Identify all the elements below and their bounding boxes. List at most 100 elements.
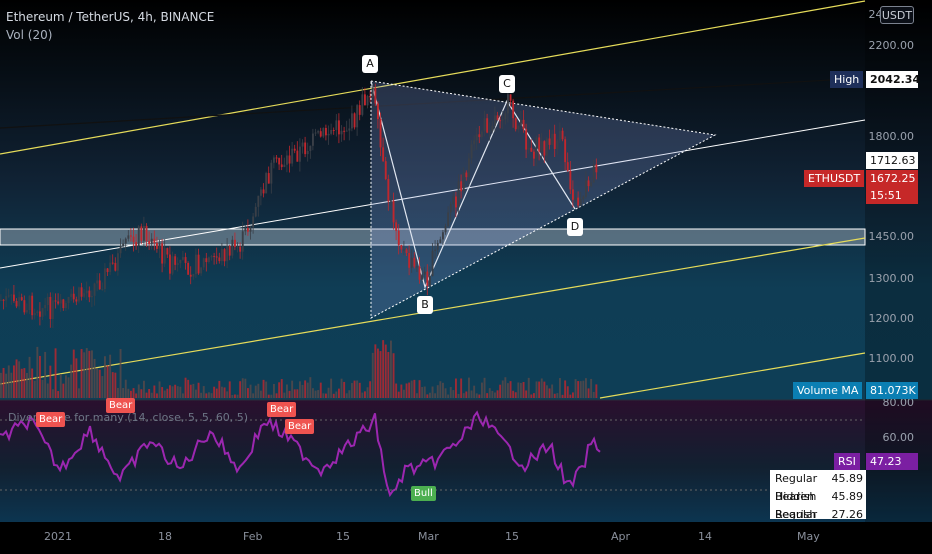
candle-body bbox=[33, 313, 36, 316]
time-label: Feb bbox=[243, 530, 263, 543]
volume-bar bbox=[332, 393, 335, 398]
candle-body bbox=[148, 240, 151, 244]
candle-body bbox=[579, 199, 582, 206]
candle-body bbox=[189, 274, 192, 277]
candle-body bbox=[426, 271, 429, 286]
time-axis-background bbox=[0, 522, 932, 550]
candle-body bbox=[436, 242, 439, 250]
volume-bar bbox=[483, 377, 486, 398]
volume-bar bbox=[192, 383, 195, 398]
candle-body bbox=[213, 255, 216, 257]
candle-body bbox=[509, 94, 512, 101]
volume-bar bbox=[390, 340, 392, 398]
candle-body bbox=[504, 113, 507, 120]
symbol-title[interactable]: Ethereum / TetherUS, 4h, BINANCE bbox=[6, 10, 214, 24]
volume-bar bbox=[366, 387, 369, 398]
volume-bar bbox=[179, 386, 182, 398]
candle-body bbox=[379, 119, 382, 148]
volume-bar bbox=[473, 385, 476, 398]
candle-body bbox=[564, 139, 567, 163]
candle-body bbox=[364, 94, 366, 106]
candle-body bbox=[176, 263, 179, 265]
volume-bar bbox=[174, 384, 177, 398]
candle-body bbox=[234, 239, 236, 247]
candle-body bbox=[140, 226, 143, 241]
candle-body bbox=[184, 257, 187, 263]
volume-bar bbox=[257, 383, 260, 398]
candle-body bbox=[392, 200, 395, 223]
candle-body bbox=[18, 297, 21, 307]
volume-bar bbox=[330, 378, 333, 398]
candle-body bbox=[444, 226, 447, 233]
candle-body bbox=[408, 253, 411, 268]
volume-bar bbox=[395, 383, 398, 398]
volume-bar bbox=[429, 392, 431, 398]
candle-body bbox=[452, 196, 455, 205]
volume-bar bbox=[408, 382, 411, 398]
currency-button[interactable]: USDT bbox=[880, 6, 914, 24]
volume-ma-label: Volume MA bbox=[793, 382, 863, 399]
volume-bar bbox=[182, 393, 184, 398]
volume-bar bbox=[317, 390, 320, 398]
candle-body bbox=[273, 157, 275, 163]
candle-body bbox=[278, 157, 281, 165]
candle-body bbox=[496, 115, 499, 121]
candle-body bbox=[494, 115, 496, 126]
candle-body bbox=[236, 246, 239, 248]
candle-body bbox=[13, 294, 15, 301]
chart-canvas[interactable]: 2400.00 2200.00 1800.00 1450.00 1300.00 … bbox=[0, 0, 932, 550]
volume-bar bbox=[533, 393, 535, 398]
candle-body bbox=[533, 151, 535, 159]
volume-bar bbox=[587, 388, 590, 398]
volume-bar bbox=[314, 390, 317, 398]
volume-bar bbox=[403, 389, 405, 398]
volume-bar bbox=[319, 382, 322, 398]
volume-bar bbox=[327, 387, 330, 398]
volume-bar bbox=[340, 378, 343, 398]
row-value: 27.26 bbox=[831, 508, 864, 519]
volume-bar bbox=[72, 349, 75, 398]
candle-body bbox=[5, 296, 8, 301]
volume-bar bbox=[540, 378, 543, 398]
candle-body bbox=[304, 142, 307, 155]
candle-body bbox=[239, 246, 242, 252]
volume-bar bbox=[504, 377, 507, 398]
candle-body bbox=[161, 243, 164, 264]
candle-body bbox=[322, 127, 325, 137]
candle-body bbox=[200, 267, 203, 274]
volume-bar bbox=[273, 384, 275, 398]
volume-bar bbox=[163, 390, 166, 398]
candle-body bbox=[54, 300, 57, 302]
candle-body bbox=[44, 305, 47, 309]
candle-body bbox=[260, 189, 262, 196]
volume-bar bbox=[559, 378, 561, 398]
candle-body bbox=[499, 120, 502, 122]
volume-bar bbox=[93, 358, 96, 398]
volume-bar bbox=[291, 380, 294, 398]
candle-body bbox=[468, 158, 470, 178]
volume-bar bbox=[205, 393, 208, 398]
candle-body bbox=[559, 130, 561, 141]
volume-bar bbox=[254, 385, 257, 398]
candle-body bbox=[197, 254, 200, 274]
volume-bar bbox=[423, 386, 426, 398]
volume-bar bbox=[309, 377, 312, 398]
volume-bar bbox=[514, 392, 517, 398]
candle-body bbox=[205, 258, 208, 263]
volume-bar bbox=[358, 382, 361, 398]
volume-bar bbox=[286, 384, 288, 398]
volume-bar bbox=[130, 390, 132, 398]
candle-body bbox=[104, 268, 106, 290]
volume-bar bbox=[15, 359, 18, 398]
candle-body bbox=[520, 119, 522, 126]
candle-body bbox=[0, 299, 2, 301]
point-d-label: D bbox=[567, 218, 583, 236]
volume-bar bbox=[234, 394, 236, 398]
candle-body bbox=[221, 249, 223, 262]
volume-bar bbox=[595, 384, 598, 398]
volume-bar bbox=[338, 388, 340, 398]
candle-body bbox=[283, 164, 286, 168]
candle-body bbox=[262, 189, 265, 194]
volume-indicator-label[interactable]: Vol (20) bbox=[6, 28, 52, 42]
candle-body bbox=[26, 310, 28, 313]
